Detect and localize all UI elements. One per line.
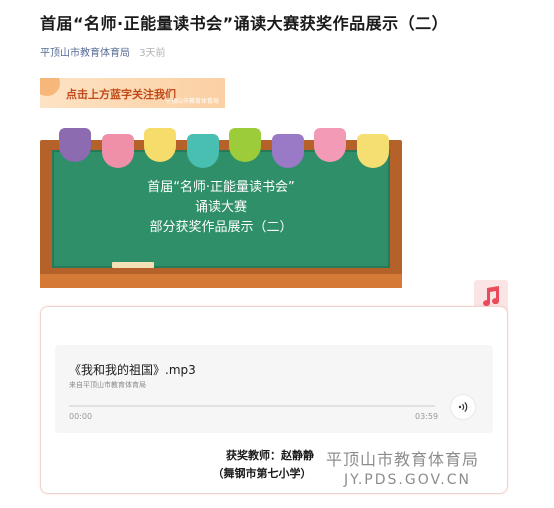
bunting-flag (356, 134, 389, 168)
bunting-flag (314, 128, 347, 162)
board-line-2: 诵读大赛 (194, 200, 247, 215)
bunting-flag (186, 134, 219, 168)
board-base (40, 274, 402, 288)
publish-time: 3天前 (139, 48, 166, 59)
bunting-flag (101, 134, 134, 168)
speaker-icon (458, 401, 468, 413)
chalk-piece (112, 262, 154, 268)
audio-source: 来自平顶山市教育体育局 (69, 381, 146, 389)
follow-banner-sub: 平顶山市教育体育局 (164, 98, 219, 105)
watermark: 平顶山市教育体育局 JY.PDS.GOV.CN (326, 446, 526, 488)
board-line-3: 部分获奖作品展示（二） (149, 220, 293, 235)
follow-banner-text: 点击上方蓝字关注我们 (66, 88, 176, 101)
bunting-flags (54, 126, 394, 174)
audio-duration: 03:59 (415, 412, 439, 421)
board-text: 首届“名师·正能量读书会” 诵读大赛 部分获奖作品展示（二） (52, 178, 390, 238)
article-title: 首届“名师·正能量读书会”诵读大赛获奖作品展示（二） (40, 14, 449, 33)
article-meta: 平顶山市教育体育局 3天前 (40, 44, 166, 59)
bunting-flag (144, 128, 177, 162)
watermark-line-2: JY.PDS.GOV.CN (344, 472, 471, 488)
audio-current-time: 00:00 (69, 412, 93, 421)
banner-decoration (40, 78, 60, 96)
audio-play-button[interactable] (451, 395, 475, 419)
watermark-line-1: 平顶山市教育体育局 (326, 450, 480, 469)
bunting-flag (271, 134, 304, 168)
board-line-1: 首届“名师·正能量读书会” (147, 180, 295, 195)
bunting-flag (59, 128, 92, 162)
audio-title: 《我和我的祖国》.mp3 (69, 363, 196, 377)
chalkboard-image: 首届“名师·正能量读书会” 诵读大赛 部分获奖作品展示（二） (40, 126, 402, 288)
author-link[interactable]: 平顶山市教育体育局 (40, 48, 130, 59)
bunting-flag (229, 128, 262, 162)
audio-player[interactable]: 《我和我的祖国》.mp3 来自平顶山市教育体育局 00:00 03:59 (55, 345, 493, 433)
audio-progress-track[interactable] (69, 405, 435, 407)
follow-banner[interactable]: 点击上方蓝字关注我们 平顶山市教育体育局 (40, 78, 225, 108)
